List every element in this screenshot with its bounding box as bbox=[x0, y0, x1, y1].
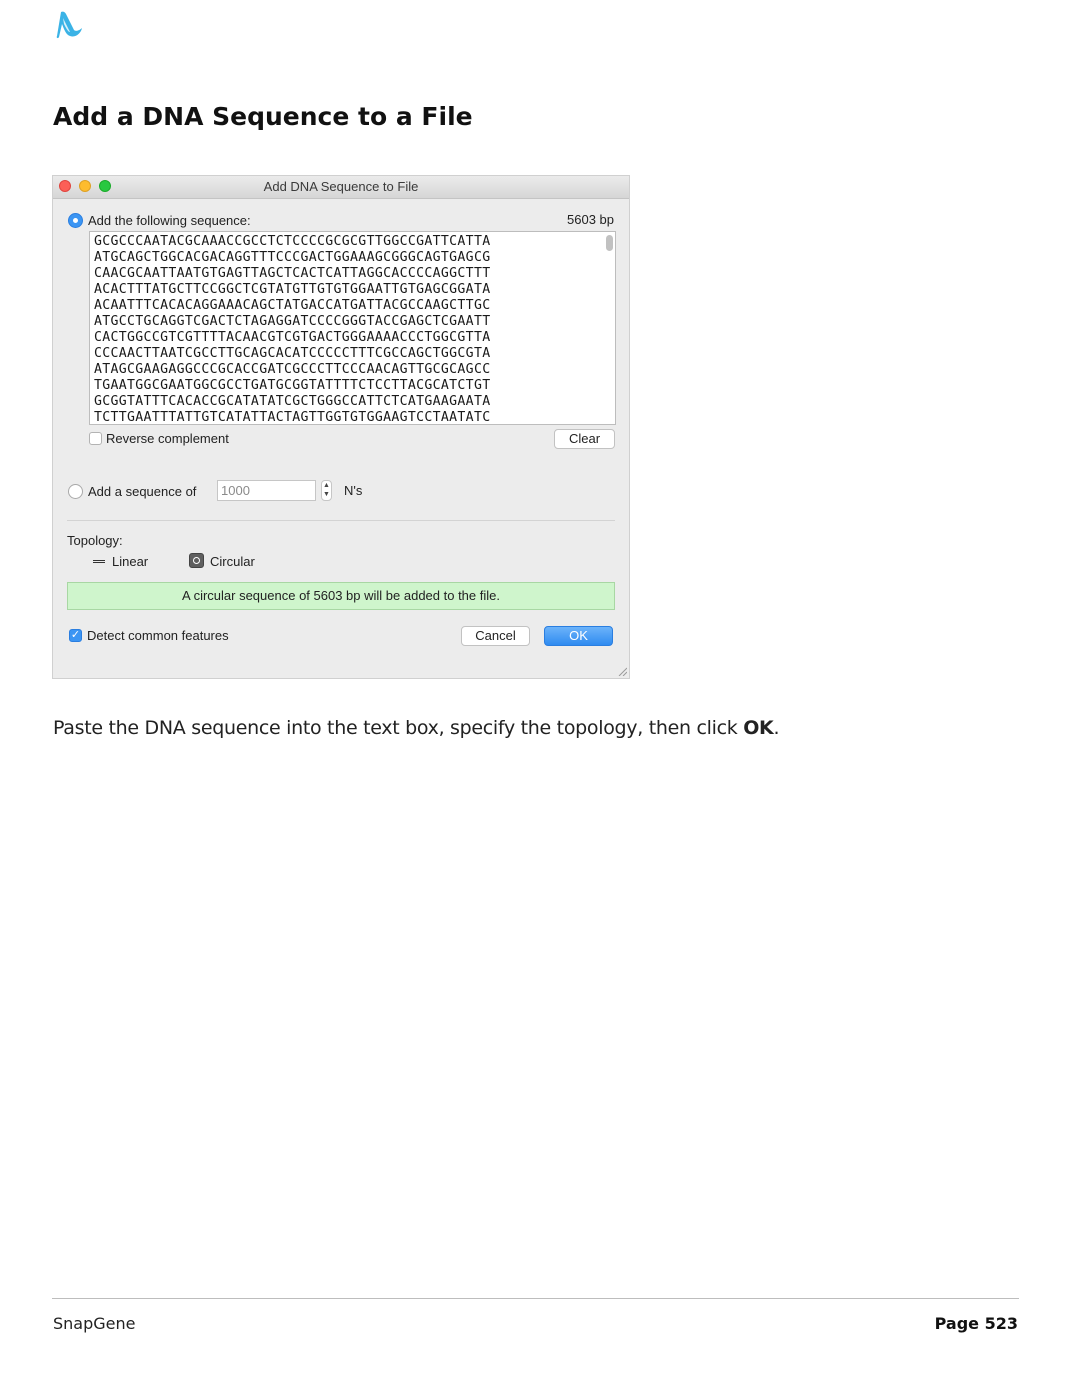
add-n-sequence-radio[interactable] bbox=[68, 484, 83, 499]
sequence-line: CAACGCAATTAATGTGAGTTAGCTCACTCATTAGGCACCC… bbox=[94, 266, 491, 281]
reverse-complement-label: Reverse complement bbox=[106, 431, 229, 446]
sequence-line: TGAATGGCGAATGGCGCCTGATGCGGTATTTTCTCCTTAC… bbox=[94, 378, 491, 393]
sequence-line: TCTTGAATTTATTGTCATATTACTAGTTGGTGTGGAAGTC… bbox=[94, 410, 491, 425]
resize-grip-icon[interactable] bbox=[617, 666, 627, 676]
sequence-length-label: 5603 bp bbox=[567, 212, 614, 227]
section-divider bbox=[67, 520, 615, 521]
dialog-title: Add DNA Sequence to File bbox=[263, 179, 419, 194]
sequence-text-area[interactable]: GCGCCCAATACGCAAACCGCCTCTCCCCGCGCGTTGGCCG… bbox=[89, 231, 616, 425]
clear-button[interactable]: Clear bbox=[554, 429, 615, 449]
sequence-line: ATGCAGCTGGCACGACAGGTTTCCCGACTGGAAAGCGGGC… bbox=[94, 250, 491, 265]
sequence-line: GCGGTATTTCACACCGCATATATCGCTGGGCCATTCTCAT… bbox=[94, 394, 491, 409]
add-dna-sequence-dialog: Add DNA Sequence to File Add the followi… bbox=[52, 175, 630, 679]
n-count-input[interactable]: 1000 bbox=[217, 480, 316, 501]
instruction-text: Paste the DNA sequence into the text box… bbox=[53, 717, 780, 739]
sequence-line: CCCAACTTAATCGCCTTGCAGCACATCCCCCTTTCGCCAG… bbox=[94, 346, 491, 361]
linear-topology-icon[interactable] bbox=[93, 560, 105, 563]
circular-topology-label[interactable]: Circular bbox=[210, 554, 255, 569]
sequence-line: ACACTTTATGCTTCCGGCTCGTATGTTGTGTGGAATTGTG… bbox=[94, 282, 491, 297]
add-n-sequence-label: Add a sequence of bbox=[88, 484, 197, 499]
snapgene-logo bbox=[56, 11, 82, 39]
sequence-line: GCGCCCAATACGCAAACCGCCTCTCCCCGCGCGTTGGCCG… bbox=[94, 234, 491, 249]
cancel-button[interactable]: Cancel bbox=[461, 626, 530, 646]
add-following-sequence-radio[interactable] bbox=[68, 213, 83, 228]
n-count-stepper[interactable]: ▲ ▼ bbox=[321, 480, 332, 501]
footer-divider bbox=[52, 1298, 1019, 1299]
dialog-titlebar[interactable]: Add DNA Sequence to File bbox=[53, 176, 629, 199]
sequence-scrollbar[interactable] bbox=[606, 235, 613, 251]
instruction-text-end: . bbox=[773, 717, 780, 739]
sequence-line: CACTGGCCGTCGTTTTACAACGTCGTGACTGGGAAAACCC… bbox=[94, 330, 491, 345]
sequence-line: ACAATTTCACACAGGAAACAGCTATGACCATGATTACGCC… bbox=[94, 298, 491, 313]
page-title: Add a DNA Sequence to a File bbox=[53, 102, 473, 131]
instruction-text-start: Paste the DNA sequence into the text box… bbox=[53, 717, 744, 739]
instruction-ok-emphasis: OK bbox=[743, 717, 774, 739]
circular-topology-icon[interactable] bbox=[189, 553, 204, 568]
status-message: A circular sequence of 5603 bp will be a… bbox=[67, 582, 615, 610]
reverse-complement-checkbox[interactable] bbox=[89, 432, 102, 445]
topology-label: Topology: bbox=[67, 533, 123, 548]
linear-topology-label[interactable]: Linear bbox=[112, 554, 148, 569]
page-number: Page 523 bbox=[934, 1314, 1018, 1333]
n-suffix-label: N's bbox=[344, 483, 363, 498]
ok-button[interactable]: OK bbox=[544, 626, 613, 646]
detect-features-label: Detect common features bbox=[87, 628, 229, 643]
sequence-line: ATGCCTGCAGGTCGACTCTAGAGGATCCCCGGGTACCGAG… bbox=[94, 314, 491, 329]
detect-features-checkbox[interactable]: ✓ bbox=[69, 629, 82, 642]
add-following-sequence-label: Add the following sequence: bbox=[88, 213, 251, 228]
footer-brand: SnapGene bbox=[53, 1314, 136, 1333]
sequence-line: ATAGCGAAGAGGCCCGCACCGATCGCCCTTCCCAACAGTT… bbox=[94, 362, 491, 377]
